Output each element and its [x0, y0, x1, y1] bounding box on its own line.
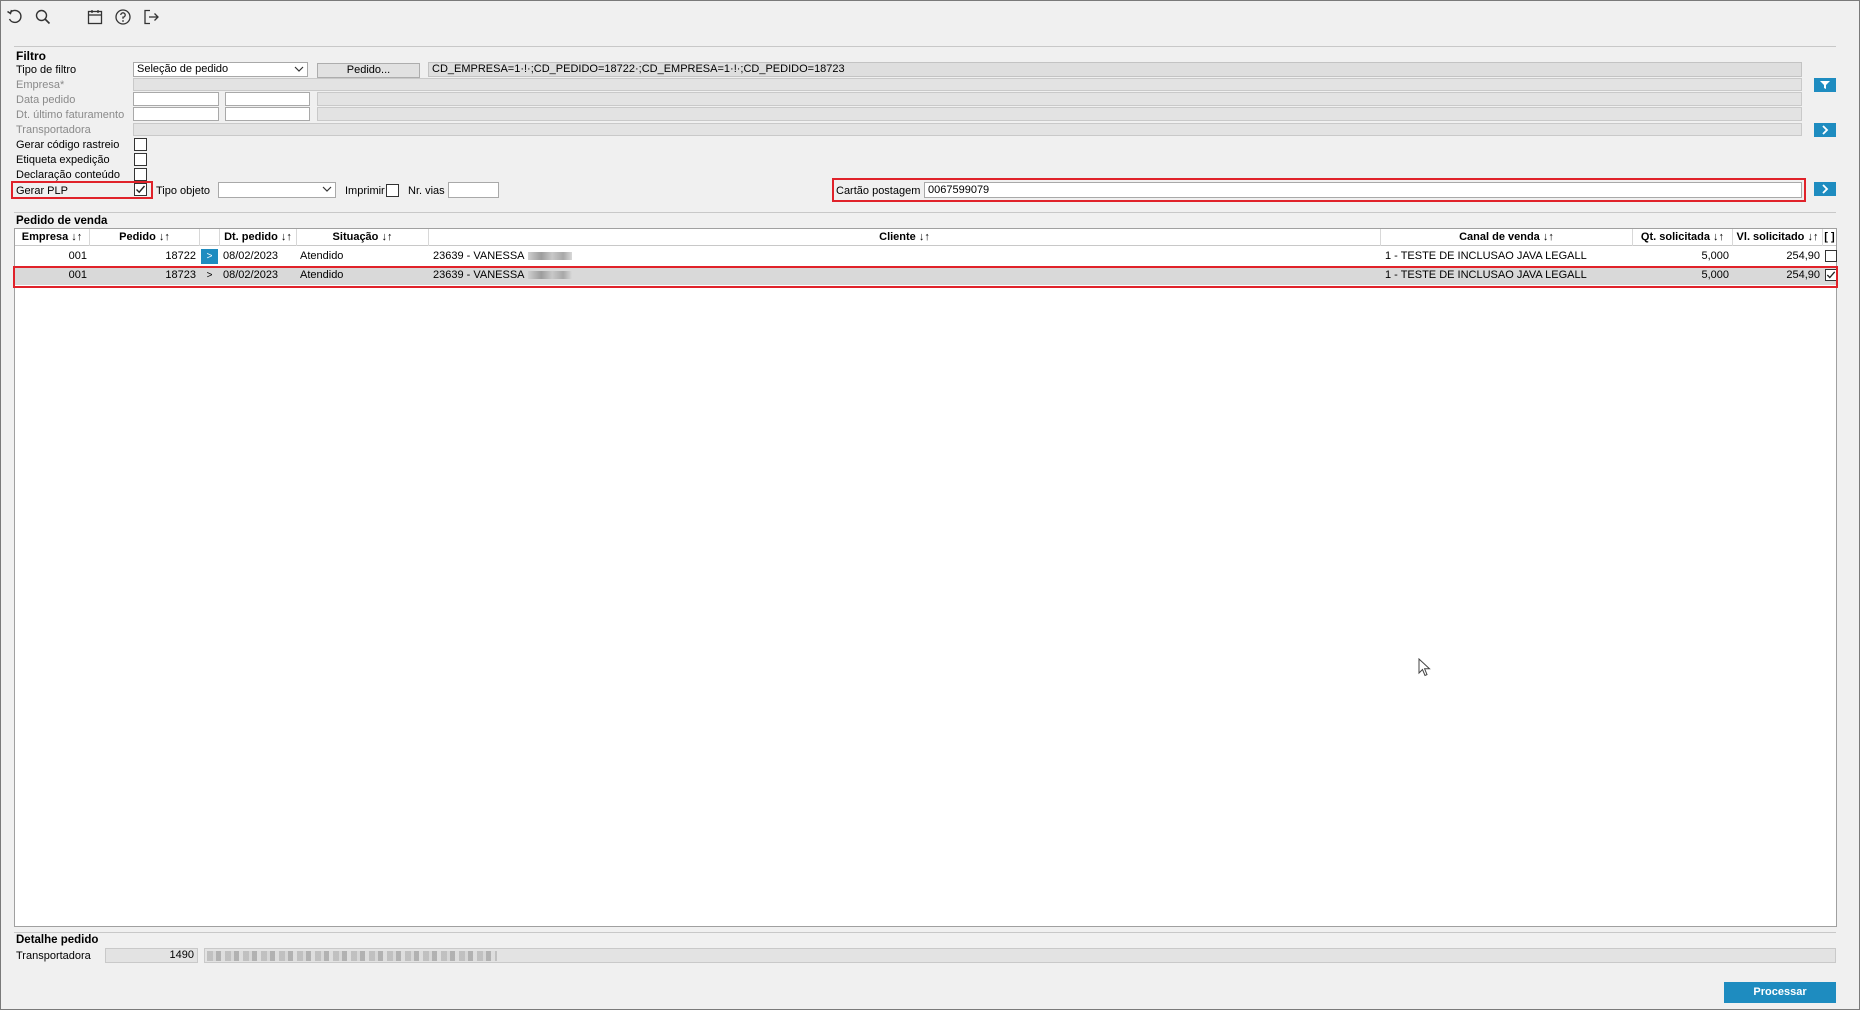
col-dt-pedido[interactable]: Dt. pedido ↓↑: [220, 229, 297, 246]
pedido-button[interactable]: Pedido...: [317, 63, 420, 78]
nr-vias-input[interactable]: [448, 182, 499, 198]
cell-cliente: 23639 - VANESSA: [433, 247, 1373, 266]
data-pedido-extra-field: [317, 92, 1802, 106]
pedido-selection-field: CD_EMPRESA=1·!·;CD_PEDIDO=18722·;CD_EMPR…: [428, 62, 1802, 77]
gerar-codigo-rastreio-label: Gerar código rastreio: [16, 139, 120, 151]
col-canal-venda[interactable]: Canal de venda ↓↑: [1381, 229, 1633, 246]
empresa-label: Empresa*: [16, 79, 65, 91]
col-vl-solicitado[interactable]: Vl. solicitado ↓↑: [1733, 229, 1823, 246]
data-pedido-label: Data pedido: [16, 94, 76, 106]
redacted-transportadora-name: [207, 951, 497, 961]
cell-pedido: 18722: [165, 250, 196, 262]
dt-ultimo-faturamento-label: Dt. último faturamento: [16, 109, 125, 121]
row-expand-button[interactable]: >: [201, 249, 218, 264]
cell-cliente-text: 23639 - VANESSA: [433, 250, 525, 262]
col-select-all[interactable]: [ ]: [1823, 229, 1836, 246]
selected-row-highlight: [13, 266, 1838, 288]
col-arrow: [200, 229, 220, 246]
mouse-cursor-icon: [1418, 658, 1431, 677]
orders-section-title: Pedido de venda: [16, 215, 108, 227]
col-situacao[interactable]: Situação ↓↑: [297, 229, 429, 246]
search-icon[interactable]: [32, 6, 54, 28]
transportadora-filter-field: [133, 123, 1802, 136]
tipo-filtro-select[interactable]: Seleção de pedido: [133, 62, 308, 77]
logout-icon[interactable]: [140, 6, 162, 28]
chevron-right-icon: [1822, 184, 1829, 194]
cell-dt-pedido: 08/02/2023: [223, 250, 279, 262]
dt-faturamento-end-input[interactable]: [225, 107, 310, 121]
cell-canal-venda: 1 - TESTE DE INCLUSAO JAVA LEGALL: [1385, 250, 1587, 262]
orders-grid: Empresa ↓↑ Pedido ↓↑ Dt. pedido ↓↑ Situa…: [14, 228, 1837, 927]
undo-icon[interactable]: [4, 6, 26, 28]
toolbar-divider: [14, 46, 1836, 47]
tipo-objeto-label: Tipo objeto: [156, 185, 211, 197]
chevron-down-icon: [294, 66, 304, 72]
etiqueta-expedicao-label: Etiqueta expedição: [16, 154, 110, 166]
tipo-filtro-label: Tipo de filtro: [16, 64, 77, 76]
imprimir-label: Imprimir: [345, 185, 385, 197]
empresa-field: [133, 78, 1802, 91]
calendar-icon[interactable]: [84, 6, 106, 28]
help-icon[interactable]: [112, 6, 134, 28]
chevron-right-icon: [1822, 125, 1829, 135]
section-divider: [14, 212, 1836, 213]
detail-transportadora-code: 1490: [105, 948, 198, 963]
data-pedido-start-input[interactable]: [133, 92, 219, 106]
gerar-plp-highlight: [11, 181, 153, 199]
redacted-name: [527, 252, 572, 261]
detail-transportadora-label: Transportadora: [16, 950, 91, 962]
cell-qt-solicitada: 5,000: [1701, 250, 1729, 262]
filter-section-title: Filtro: [16, 49, 46, 63]
orders-grid-header: Empresa ↓↑ Pedido ↓↑ Dt. pedido ↓↑ Situa…: [15, 229, 1836, 246]
chevron-down-icon: [322, 186, 332, 192]
transportadora-filter-label: Transportadora: [16, 124, 91, 136]
dt-faturamento-extra-field: [317, 107, 1802, 121]
cell-situacao: Atendido: [300, 250, 344, 262]
col-pedido[interactable]: Pedido ↓↑: [90, 229, 200, 246]
detail-section-title: Detalhe pedido: [16, 934, 99, 946]
declaracao-conteudo-label: Declaração conteúdo: [16, 169, 120, 181]
section-divider: [14, 932, 1836, 933]
nr-vias-label: Nr. vias: [408, 185, 445, 197]
data-pedido-end-input[interactable]: [225, 92, 310, 106]
imprimir-checkbox[interactable]: [386, 184, 399, 197]
processar-button[interactable]: Processar: [1724, 982, 1836, 1003]
col-cliente[interactable]: Cliente ↓↑: [429, 229, 1381, 246]
col-empresa[interactable]: Empresa ↓↑: [15, 229, 90, 246]
col-qt-solicitada[interactable]: Qt. solicitada ↓↑: [1633, 229, 1733, 246]
toolbar: [0, 0, 1860, 34]
transportadora-next-button[interactable]: [1814, 123, 1836, 137]
dt-faturamento-start-input[interactable]: [133, 107, 219, 121]
cell-vl-solicitado: 254,90: [1786, 250, 1820, 262]
cartao-postagem-highlight: [832, 178, 1806, 202]
cartao-postagem-next-button[interactable]: [1814, 182, 1836, 196]
gerar-codigo-rastreio-checkbox[interactable]: [134, 138, 147, 151]
tipo-filtro-value: Seleção de pedido: [137, 63, 229, 75]
filter-icon: [1820, 81, 1830, 89]
declaracao-conteudo-checkbox[interactable]: [134, 168, 147, 181]
cell-empresa: 001: [68, 250, 87, 262]
row-select-checkbox[interactable]: [1825, 250, 1837, 262]
table-row[interactable]: 001 18722 > 08/02/2023 Atendido 23639 - …: [15, 247, 1837, 266]
filter-button[interactable]: [1814, 78, 1836, 92]
tipo-objeto-select[interactable]: [218, 182, 336, 198]
etiqueta-expedicao-checkbox[interactable]: [134, 153, 147, 166]
